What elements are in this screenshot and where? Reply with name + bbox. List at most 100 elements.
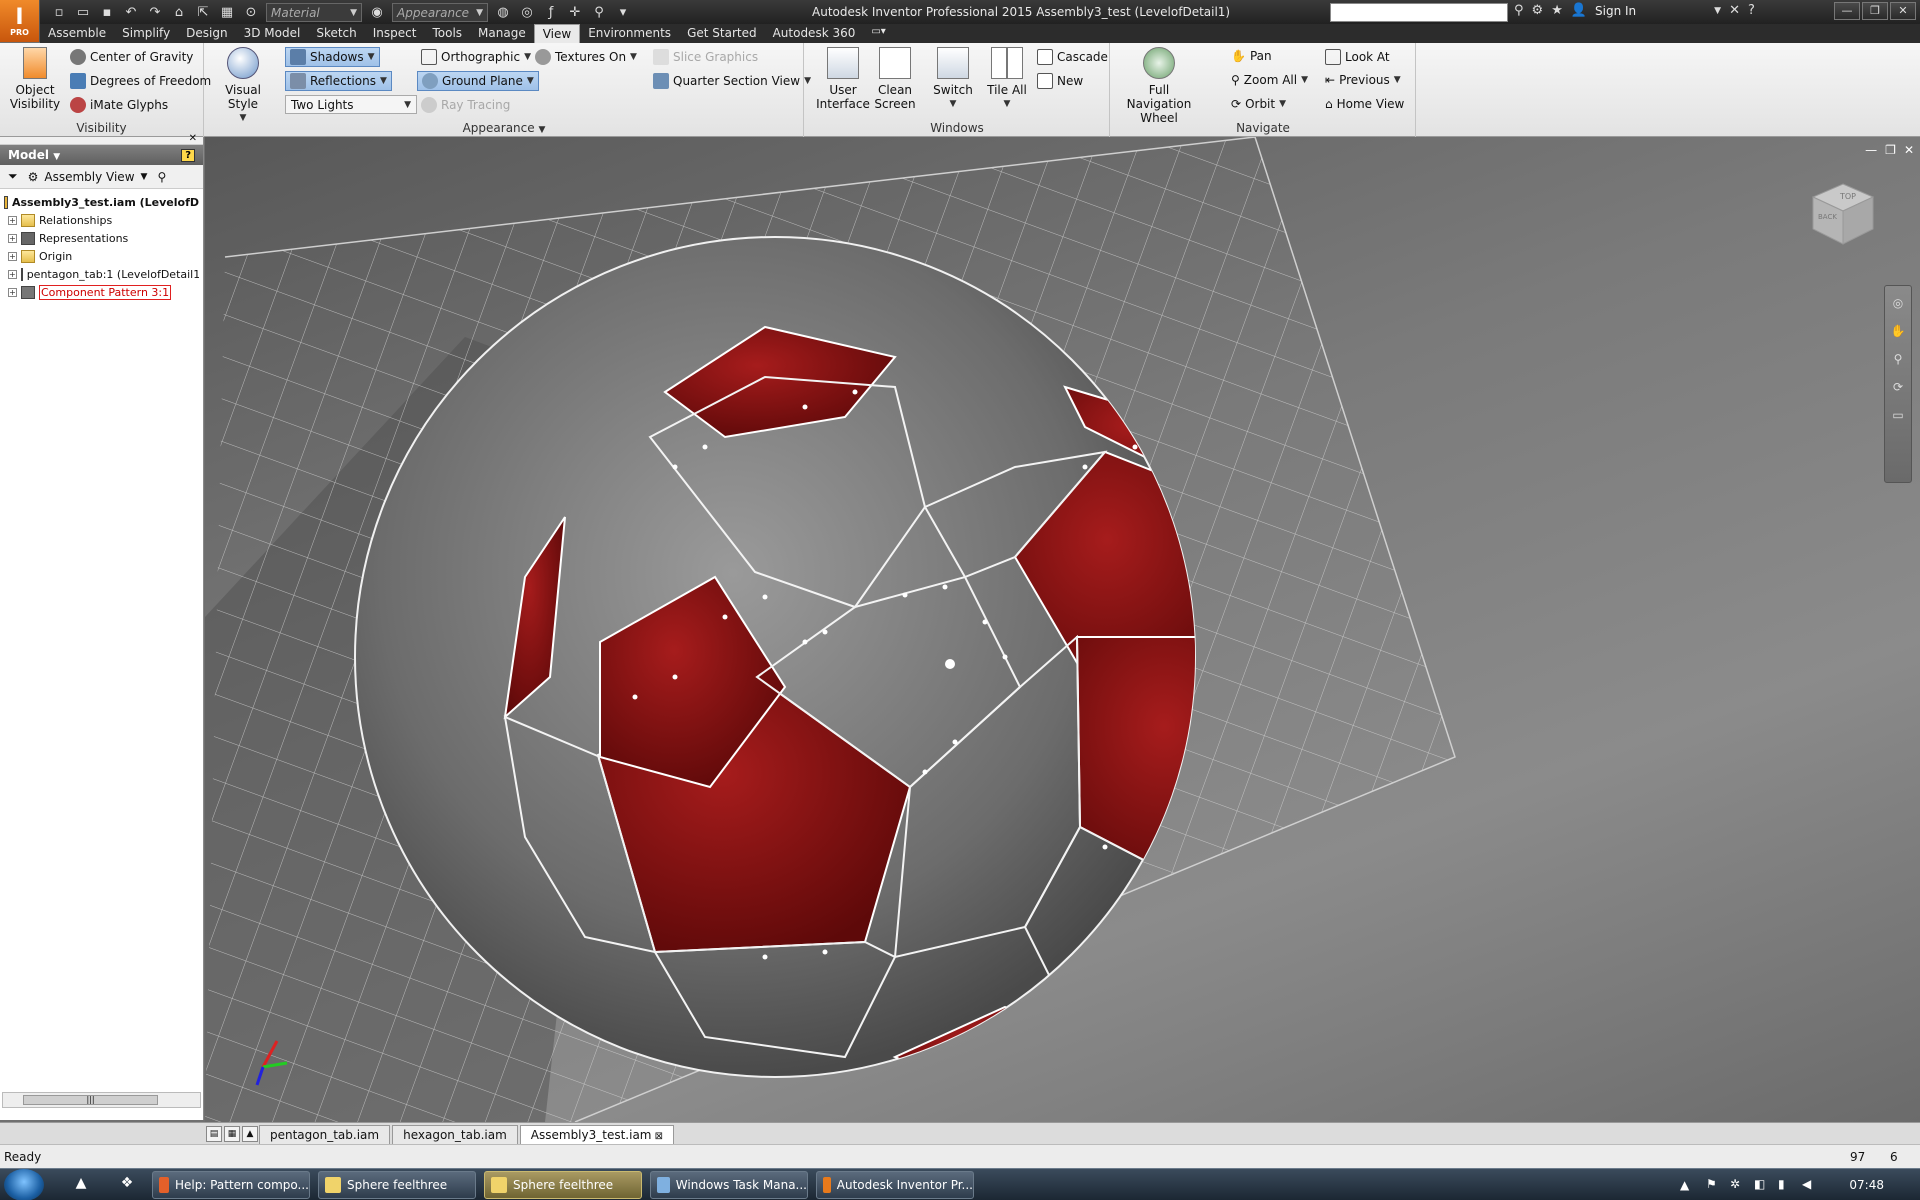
tree-item[interactable]: + Representations — [4, 229, 199, 247]
tab-list-icon[interactable]: ▤ — [206, 1126, 222, 1142]
degrees-of-freedom-button[interactable]: Degrees of Freedom — [70, 73, 211, 89]
ground-plane-button[interactable]: Ground Plane ▼ — [417, 71, 539, 91]
app-logo[interactable]: I PRO — [0, 0, 40, 42]
textures-on-button[interactable]: Textures On ▼ — [535, 49, 637, 65]
taskbar-button[interactable]: Autodesk Inventor Pr... — [816, 1171, 974, 1199]
close-button[interactable]: ✕ — [1890, 2, 1916, 20]
favorites-icon[interactable]: ★ — [1551, 3, 1563, 18]
expand-icon[interactable]: + — [8, 251, 17, 261]
tree-item[interactable]: + pentagon_tab:1 (LevelofDetail1 — [4, 265, 199, 283]
tab-sketch[interactable]: Sketch — [308, 24, 364, 43]
expand-icon[interactable]: + — [8, 287, 17, 297]
tab-assemble[interactable]: Assemble — [40, 24, 114, 43]
zoom-icon[interactable]: ⚲ — [1894, 352, 1903, 366]
tree-item[interactable]: + Origin — [4, 247, 199, 265]
dropbox-icon[interactable]: ❖ — [116, 1175, 138, 1195]
tab-environments[interactable]: Environments — [580, 24, 679, 43]
update-icon[interactable]: ▦ — [218, 4, 236, 22]
home-view-button[interactable]: ⌂ Home View — [1325, 97, 1404, 111]
taskbar-button[interactable]: Sphere feelthree — [484, 1171, 642, 1199]
visual-style-button[interactable]: Visual Style ▼ — [213, 47, 273, 125]
imate-glyphs-button[interactable]: iMate Glyphs — [70, 97, 168, 113]
tab-view[interactable]: View — [533, 24, 581, 43]
help-icon[interactable]: ? — [1748, 3, 1755, 18]
help-icon[interactable]: ? — [181, 148, 195, 162]
tree-item[interactable]: + Component Pattern 3:1 — [4, 283, 199, 301]
ray-tracing-button[interactable]: Ray Tracing — [421, 97, 510, 113]
restore-button[interactable]: ❐ — [1885, 143, 1896, 157]
material-combo[interactable]: Material ▼ — [266, 3, 362, 22]
tile-tabs-icon[interactable]: ▦ — [224, 1126, 240, 1142]
minimize-button[interactable]: — — [1834, 2, 1860, 20]
tab-3d-model[interactable]: 3D Model — [236, 24, 309, 43]
subscription-icon[interactable]: ⚙ — [1532, 3, 1544, 18]
chevron-down-icon[interactable]: ▼ — [368, 52, 375, 62]
action-center-flag-icon[interactable]: ⚑ — [1706, 1177, 1717, 1191]
tray-expand-icon[interactable]: ▲ — [1680, 1178, 1689, 1192]
restore-button[interactable]: ❐ — [1862, 2, 1888, 20]
user-icon[interactable]: 👤 — [1571, 3, 1587, 18]
scrollbar-thumb[interactable]: ||| — [23, 1095, 158, 1105]
clock[interactable]: 07:48 — [1849, 1178, 1884, 1192]
customize-icon[interactable]: ▾ — [614, 4, 632, 22]
lighting-style-select[interactable]: Two Lights ▼ — [285, 95, 417, 114]
pan-button[interactable]: ✋ Pan — [1231, 49, 1272, 63]
tree-item[interactable]: Assembly3_test.iam (LevelofD — [4, 193, 199, 211]
close-button[interactable]: ✕ — [1904, 143, 1914, 157]
filter-icon[interactable]: ⏷ — [8, 169, 18, 184]
undo-icon[interactable]: ↶ — [122, 4, 140, 22]
home-icon[interactable]: ⌂ — [170, 4, 188, 22]
tray-app-icon[interactable]: ◧ — [1754, 1177, 1765, 1191]
vlc-icon[interactable]: ▲ — [70, 1175, 92, 1195]
select-icon[interactable]: ⊙ — [242, 4, 260, 22]
ribbon-options-icon[interactable]: ▭▾ — [863, 24, 893, 43]
close-tab-icon[interactable]: ⊠ — [652, 1131, 663, 1142]
viewcube[interactable]: TOP BACK — [1808, 179, 1878, 249]
tile-all-button[interactable]: Tile All ▼ — [983, 47, 1031, 111]
tab-manage[interactable]: Manage — [470, 24, 534, 43]
user-interface-button[interactable]: User Interface — [815, 47, 871, 111]
save-icon[interactable]: ▪ — [98, 4, 116, 22]
appearance-panel-title[interactable]: Appearance ▼ — [205, 121, 803, 135]
start-button[interactable] — [4, 1169, 44, 1200]
close-icon[interactable]: ✕ — [189, 133, 197, 144]
tab-tools[interactable]: Tools — [424, 24, 470, 43]
browser-scrollbar[interactable]: ||| — [2, 1092, 201, 1108]
tab-design[interactable]: Design — [178, 24, 235, 43]
chevron-down-icon[interactable]: ▼ — [380, 76, 387, 86]
switch-button[interactable]: Switch ▼ — [929, 47, 977, 111]
cascade-button[interactable]: Cascade — [1037, 49, 1108, 65]
chevron-down-icon[interactable]: ▼ — [527, 76, 534, 86]
volume-icon[interactable]: ◀ — [1802, 1177, 1811, 1191]
slice-graphics-button[interactable]: Slice Graphics — [653, 49, 758, 65]
assembly-view-dropdown[interactable]: ⚙ Assembly View ▼ — [28, 170, 148, 184]
tab-menu-icon[interactable]: ▲ — [242, 1126, 258, 1142]
chevron-down-icon[interactable]: ▼ — [1714, 6, 1721, 16]
look-at-icon[interactable]: ▭ — [1892, 408, 1903, 422]
look-at-button[interactable]: Look At — [1325, 49, 1390, 65]
new-file-icon[interactable]: ▫ — [50, 4, 68, 22]
taskbar-button[interactable]: Help: Pattern compo... — [152, 1171, 310, 1199]
appearance-combo[interactable]: Appearance ▼ — [392, 3, 488, 22]
shadows-button[interactable]: Shadows ▼ — [285, 47, 380, 67]
exchange-icon[interactable]: ✕ — [1729, 3, 1740, 18]
tree-item[interactable]: + Relationships — [4, 211, 199, 229]
expand-icon[interactable]: + — [8, 269, 17, 279]
steering-wheel-icon[interactable]: ◎ — [1893, 296, 1903, 310]
orbit-icon[interactable]: ⟳ — [1893, 380, 1903, 394]
tab-inspect[interactable]: Inspect — [365, 24, 425, 43]
pan-icon[interactable]: ✋ — [1891, 324, 1906, 338]
clean-screen-button[interactable]: Clean Screen — [871, 47, 919, 111]
document-tab[interactable]: hexagon_tab.iam — [392, 1125, 518, 1144]
quarter-section-view-button[interactable]: Quarter Section View ▼ — [653, 73, 811, 89]
fx-icon[interactable]: ƒ — [542, 4, 560, 22]
zoom-all-button[interactable]: ⚲ Zoom All ▼ — [1231, 73, 1308, 87]
redo-icon[interactable]: ↷ — [146, 4, 164, 22]
tab-autodesk-360[interactable]: Autodesk 360 — [765, 24, 864, 43]
sign-in-link[interactable]: Sign In — [1595, 4, 1636, 18]
search-input[interactable] — [1330, 3, 1508, 22]
open-file-icon[interactable]: ▭ — [74, 4, 92, 22]
tab-simplify[interactable]: Simplify — [114, 24, 178, 43]
find-icon[interactable]: ⚲ — [157, 170, 166, 184]
previous-view-button[interactable]: ⇤ Previous ▼ — [1325, 73, 1401, 87]
